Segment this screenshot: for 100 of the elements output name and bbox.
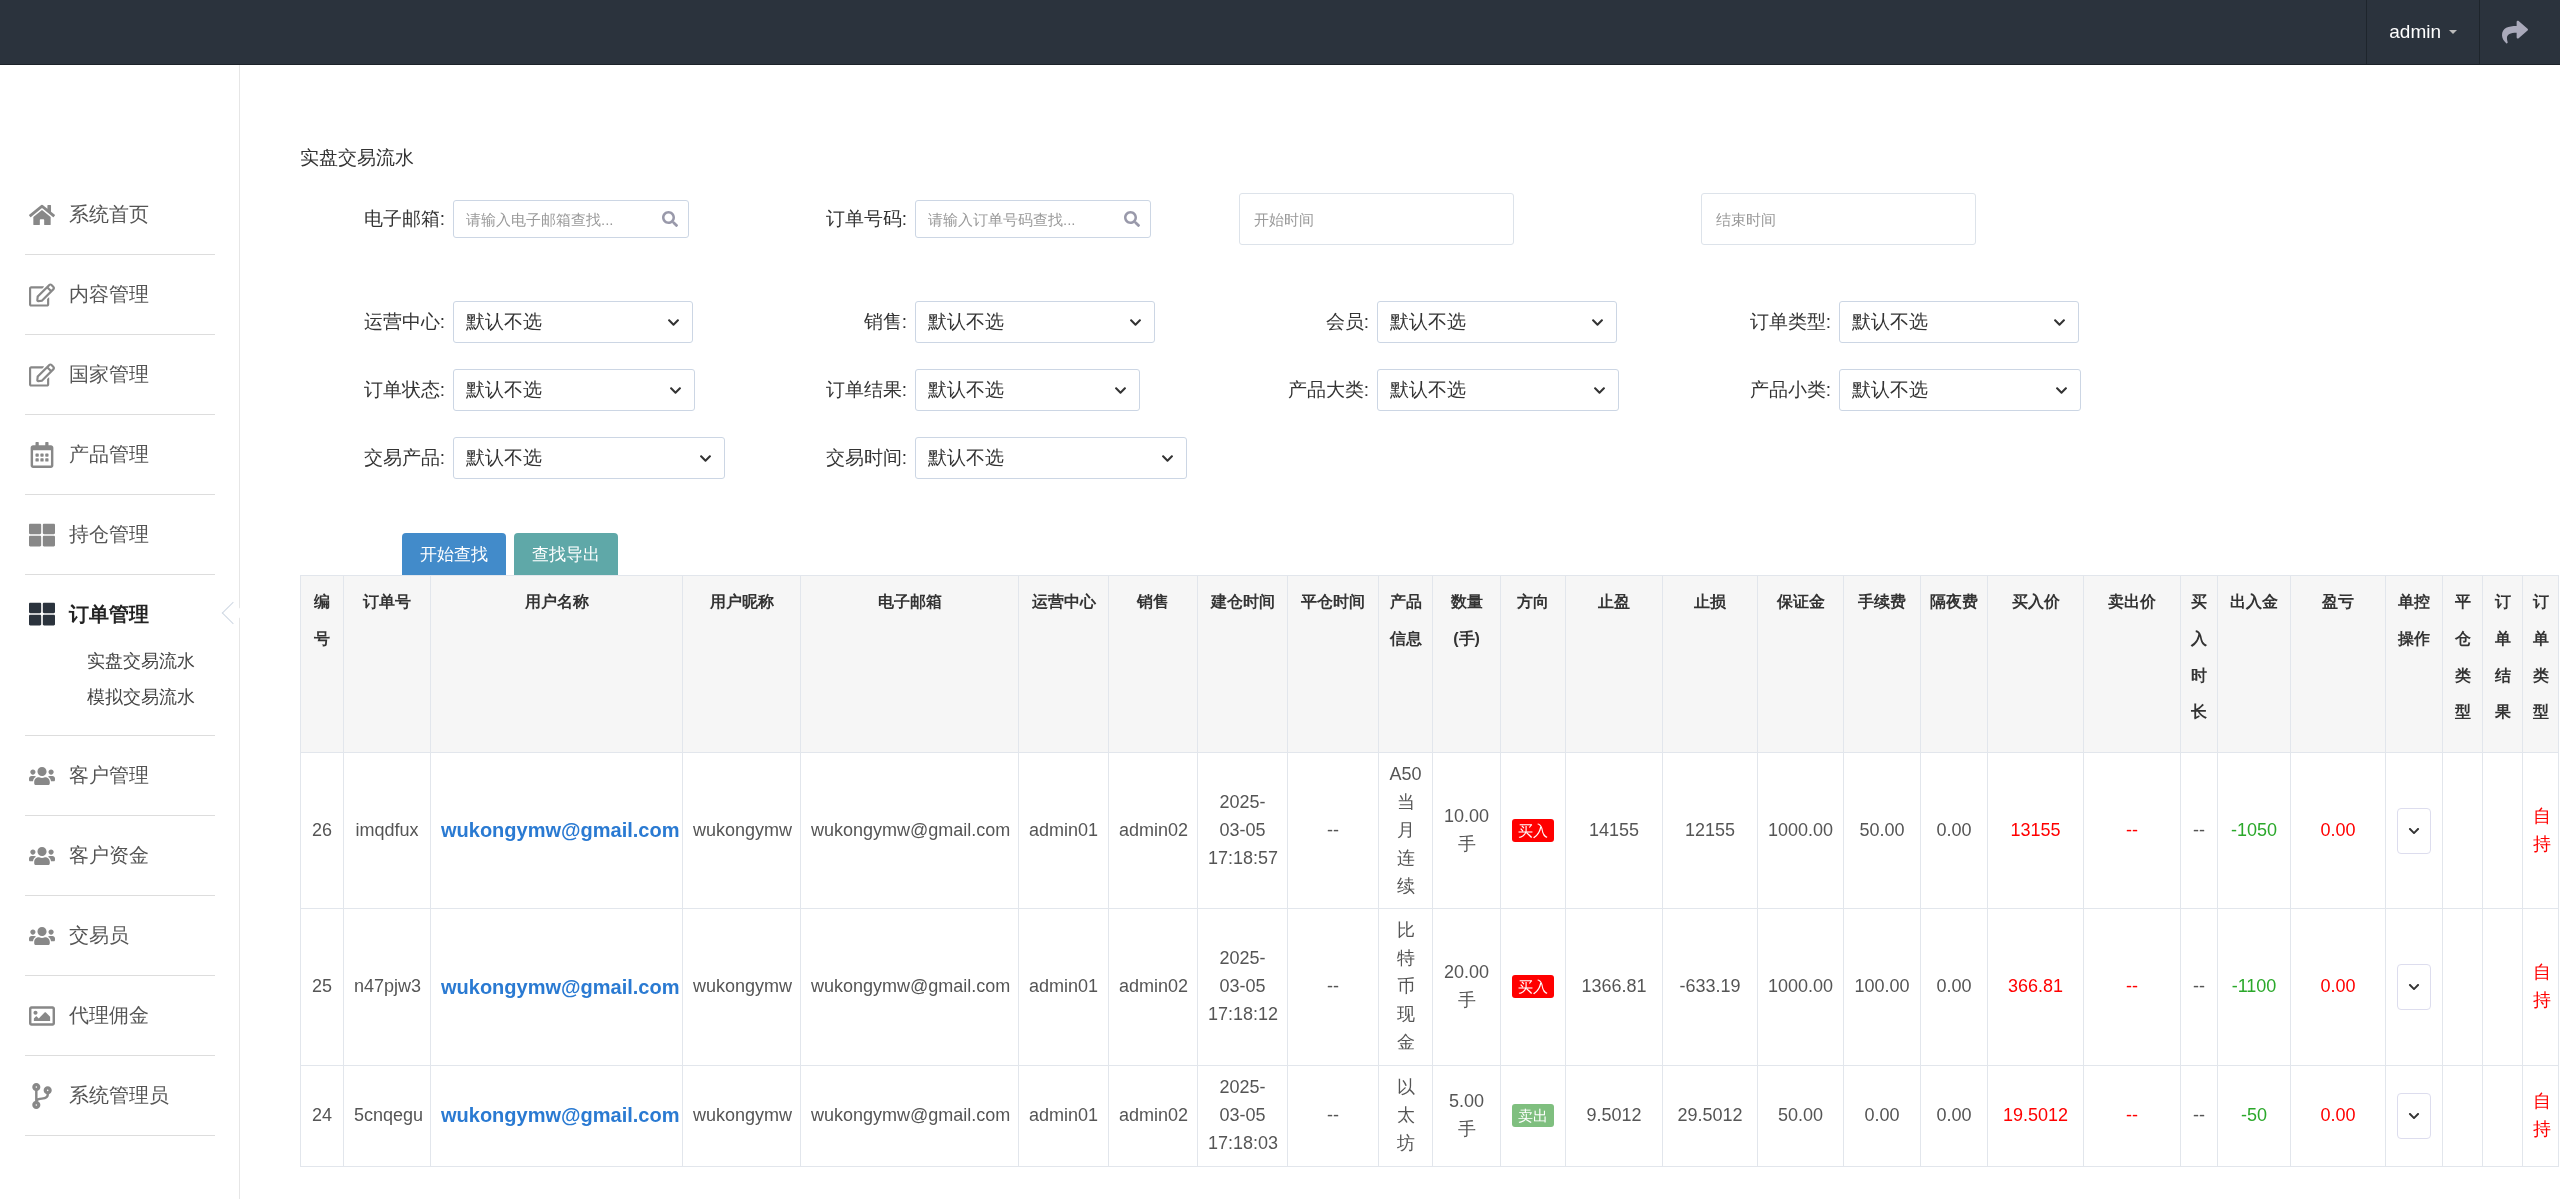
column-header: 用户昵称 [682,575,801,753]
table-cell: admin01 [1018,752,1109,909]
dropdown-button[interactable] [2397,1092,2431,1139]
table-cell: 2025-03-05 17:18:03 [1197,1065,1288,1167]
table-cell: -50 [2217,1065,2291,1167]
dropdown[interactable]: 默认不选 [915,437,1187,479]
table-cell: 50.00 [1757,1065,1844,1167]
field-label: 运营中心: [362,310,445,334]
table-cell: 0.00 [2290,908,2386,1066]
direction-badge: 买入 [1512,975,1554,999]
sidebar-item[interactable]: 客户管理 [25,736,215,815]
column-header: 电子邮箱 [800,575,1019,753]
table-cell: 366.81 [1987,908,2084,1066]
table-cell: -633.19 [1662,908,1758,1066]
table-cell: n47pjw3 [343,908,431,1066]
sidebar-item[interactable]: 代理佣金 [25,976,215,1055]
sidebar-item[interactable]: 内容管理 [25,255,215,334]
grid-icon [29,521,55,548]
field-label: 交易产品: [362,446,445,470]
table-cell: 20.00手 [1432,908,1501,1066]
column-header: 单控操作 [2385,575,2443,753]
column-header: 止损 [1662,575,1758,753]
table-cell: 19.5012 [1987,1065,2084,1167]
column-header: 出入金 [2217,575,2291,753]
sidebar-item[interactable]: 产品管理 [25,415,215,494]
dropdown[interactable]: 默认不选 [1377,301,1617,343]
submenu-item[interactable]: 模拟交易流水 [25,679,215,715]
sidebar-item[interactable]: 持仓管理 [25,495,215,574]
column-header: 平仓类型 [2442,575,2483,753]
column-header: 平仓时间 [1287,575,1379,753]
table-cell: 2025-03-05 17:18:12 [1197,908,1288,1066]
table-cell: 0.00 [2290,752,2386,909]
table-cell: wukongymw@gmail.com [800,908,1019,1066]
table-cell: -1100 [2217,908,2291,1066]
dropdown[interactable]: 默认不选 [453,437,725,479]
date-field[interactable]: 开始时间 [1239,193,1514,245]
dropdown[interactable]: 默认不选 [1377,369,1619,411]
caret-icon [2449,30,2457,34]
column-header: 订单结果 [2482,575,2523,753]
dropdown[interactable]: 默认不选 [1839,301,2079,343]
table-cell: 100.00 [1843,908,1921,1066]
column-header: 保证金 [1757,575,1844,753]
dropdown[interactable]: 默认不选 [1839,369,2081,411]
dropdown[interactable]: 默认不选 [453,369,695,411]
table-cell: 2025-03-05 17:18:57 [1197,752,1288,909]
table-cell: admin01 [1018,908,1109,1066]
table-cell: admin01 [1018,1065,1109,1167]
column-header: 卖出价 [2083,575,2181,753]
table-cell: -- [2083,1065,2181,1167]
dropdown-button[interactable] [2397,964,2431,1011]
column-header: 盈亏 [2290,575,2386,753]
user-link[interactable]: wukongymw@gmail.com [441,975,680,998]
table-cell: -- [2083,752,2181,909]
table-cell: admin02 [1108,908,1198,1066]
table-cell: -1050 [2217,752,2291,909]
table-cell: -- [2180,1065,2218,1167]
table-cell: A50当月连续 [1378,752,1433,909]
search-field[interactable]: 请输入电子邮箱查找... [453,200,689,238]
user-link[interactable]: wukongymw@gmail.com [441,819,680,842]
dropdown[interactable]: 默认不选 [915,369,1140,411]
table-cell: wukongymw [682,908,801,1066]
table-cell: wukongymw [682,752,801,909]
field-label: 订单号码: [824,207,907,231]
field-label: 会员: [1324,310,1369,334]
table-cell: 24 [300,1065,344,1167]
sidebar-item[interactable]: 国家管理 [25,335,215,414]
sidebar-item[interactable]: 交易员 [25,896,215,975]
search-icon [662,211,678,227]
dropdown[interactable]: 默认不选 [915,301,1155,343]
table-cell: -- [2180,908,2218,1066]
column-header: 买入时长 [2180,575,2218,753]
table-cell: -- [1287,1065,1379,1167]
grid-icon [29,601,55,627]
table-cell: 25 [300,908,344,1066]
field-label: 产品大类: [1286,378,1369,402]
table-cell: admin02 [1108,752,1198,909]
action-button[interactable]: 开始查找 [402,533,506,575]
column-header: 手续费 [1843,575,1921,753]
table-cell: -- [2083,908,2181,1066]
column-header: 隔夜费 [1920,575,1988,753]
table-cell: 1000.00 [1757,752,1844,909]
dropdown-button[interactable] [2397,807,2431,854]
sidebar-item[interactable]: 系统管理员 [25,1056,215,1135]
table-cell: 50.00 [1843,752,1921,909]
user-menu[interactable]: admin [2366,0,2480,64]
column-header: 运营中心 [1018,575,1109,753]
search-field[interactable]: 请输入订单号码查找... [915,200,1151,238]
sidebar-item[interactable]: 客户资金 [25,816,215,895]
column-header: 方向 [1500,575,1566,753]
table-cell: 自持 [2522,752,2559,909]
column-header: 订单号 [343,575,431,753]
edit-icon [29,361,55,388]
dropdown[interactable]: 默认不选 [453,301,693,343]
sidebar-item[interactable]: 系统首页 [25,175,215,254]
column-header: 建仓时间 [1197,575,1288,753]
column-header: 订单类型 [2522,575,2559,753]
branch-icon [29,1082,55,1109]
table-cell: admin02 [1108,1065,1198,1167]
date-field[interactable]: 结束时间 [1701,193,1976,245]
column-header: 数量(手) [1432,575,1501,753]
